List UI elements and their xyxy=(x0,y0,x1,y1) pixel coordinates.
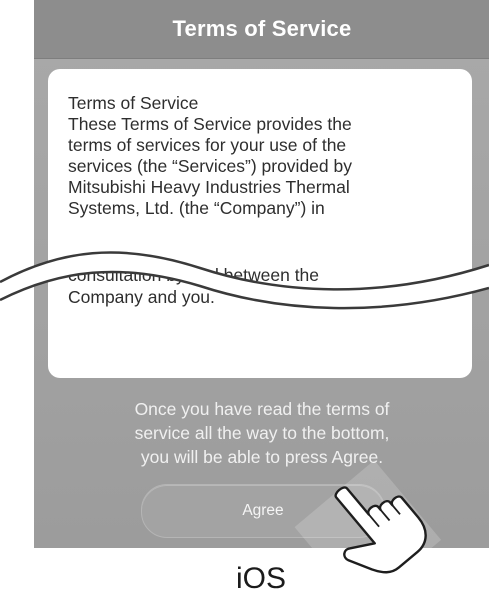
tap-hand-icon xyxy=(294,460,442,600)
platform-label: iOS xyxy=(235,562,286,595)
